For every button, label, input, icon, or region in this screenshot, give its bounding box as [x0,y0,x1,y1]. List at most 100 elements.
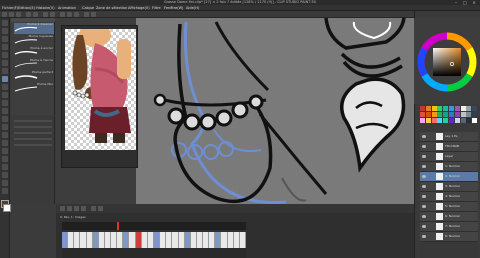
figure-tool-icon[interactable] [2,148,8,154]
color-swatch[interactable] [443,106,449,111]
canvas-area[interactable] [56,18,414,204]
color-swatch[interactable] [466,106,472,111]
layer-row[interactable]: 2: Normal [420,172,478,182]
color-swatch[interactable] [437,112,443,117]
brush-item[interactable]: Plume à dessiner [14,23,54,34]
layer-row[interactable]: 4: Normal [420,192,478,202]
new-cel-icon[interactable] [91,206,96,211]
eye-icon[interactable] [422,175,426,178]
color-swatch[interactable] [454,118,460,123]
redo-icon[interactable] [33,12,38,17]
line-fix-tool-icon[interactable] [2,188,8,194]
onion-skin-icon[interactable] [98,206,103,211]
balloon-tool-icon[interactable] [2,180,8,186]
color-swatch[interactable] [420,112,425,117]
anti-aliasing-setting[interactable] [14,138,52,140]
brush-item[interactable]: Plume à l'encre [14,59,54,70]
sub-color-swatch[interactable] [3,204,11,212]
open-file-icon[interactable] [9,12,14,17]
layer-row[interactable]: TM-CNAB [420,142,478,152]
brush-item[interactable]: Plume à encrer [14,47,54,58]
color-swatch[interactable] [472,118,478,123]
text-tool-icon[interactable] [2,172,8,178]
save-icon[interactable] [16,12,21,17]
color-wheel[interactable] [414,18,480,104]
color-swatch[interactable] [472,106,478,111]
eye-icon[interactable] [422,225,426,228]
layer-row[interactable]: 6: Normal [420,212,478,222]
color-swatch[interactable] [466,112,472,117]
color-swatch[interactable] [454,112,460,117]
clear-icon[interactable] [43,12,48,17]
color-swatch[interactable] [460,106,466,111]
brush-tool-icon[interactable] [2,92,8,98]
color-swatch[interactable] [466,118,472,123]
eraser-tool-icon[interactable] [2,116,8,122]
opacity-slider[interactable] [14,126,52,128]
pen-tool-icon[interactable] [2,76,8,82]
zoom-tool-icon[interactable] [2,20,8,26]
brush-size-slider[interactable] [14,120,52,122]
color-swatch[interactable] [425,106,431,111]
layer-row[interactable]: 5: Normal [420,202,478,212]
snap-icon[interactable] [84,12,89,17]
invert-selection-icon[interactable] [74,12,79,17]
color-swatch[interactable] [431,118,437,123]
color-swatch[interactable] [437,118,443,123]
fill-tool-icon[interactable] [2,132,8,138]
vector-magnet-setting[interactable] [14,144,52,146]
play-icon[interactable] [60,206,65,211]
color-swatch[interactable] [460,112,466,117]
color-swatch[interactable] [449,112,454,117]
color-swatch[interactable] [425,112,431,117]
selection-tool-icon[interactable] [2,52,8,58]
brush-item[interactable]: Plume perfect [14,71,54,82]
navigator-preview[interactable] [61,23,138,168]
eye-icon[interactable] [422,235,426,238]
color-swatch[interactable] [420,106,425,111]
gradient-tool-icon[interactable] [2,140,8,146]
brush-item[interactable]: Plume rugueuse [14,35,54,46]
ruler-tool-icon[interactable] [2,164,8,170]
color-swatch[interactable] [420,118,425,123]
playhead-marker[interactable] [117,222,119,230]
decoration-tool-icon[interactable] [2,108,8,114]
fill-icon[interactable] [50,12,55,17]
color-swatch[interactable] [425,118,431,123]
layer-row[interactable]: 1: Normal [420,162,478,172]
color-swatch[interactable] [454,106,460,111]
color-swatch[interactable] [449,118,454,123]
auto-select-icon[interactable] [2,60,8,66]
move-tool-icon[interactable] [2,28,8,34]
eye-icon[interactable] [422,215,426,218]
transform-icon[interactable] [60,12,65,17]
prev-frame-icon[interactable] [74,206,79,211]
color-swatch[interactable] [437,106,443,111]
timeline-frame[interactable] [239,232,246,248]
color-swatch[interactable] [443,118,449,123]
eye-icon[interactable] [422,155,426,158]
move-layer-icon[interactable] [2,44,8,50]
eye-icon[interactable] [422,165,426,168]
color-swatch[interactable] [443,112,449,117]
stop-icon[interactable] [67,206,72,211]
eye-icon[interactable] [422,195,426,198]
color-swatch[interactable] [460,118,466,123]
new-file-icon[interactable] [2,12,7,17]
eye-icon[interactable] [422,185,426,188]
blend-tool-icon[interactable] [2,124,8,130]
operation-tool-icon[interactable] [2,36,8,42]
layer-row[interactable]: Layer [420,152,478,162]
eye-icon[interactable] [422,205,426,208]
layer-row[interactable]: 3: Normal [420,182,478,192]
color-swatch[interactable] [431,112,437,117]
color-swatch[interactable] [472,112,478,117]
ruler-icon[interactable] [91,12,96,17]
eyedropper-icon[interactable] [2,68,8,74]
eye-icon[interactable] [422,145,426,148]
deselect-icon[interactable] [67,12,72,17]
frame-tool-icon[interactable] [2,156,8,162]
timeline-track[interactable] [62,232,246,248]
next-frame-icon[interactable] [81,206,86,211]
eye-icon[interactable] [422,135,426,138]
